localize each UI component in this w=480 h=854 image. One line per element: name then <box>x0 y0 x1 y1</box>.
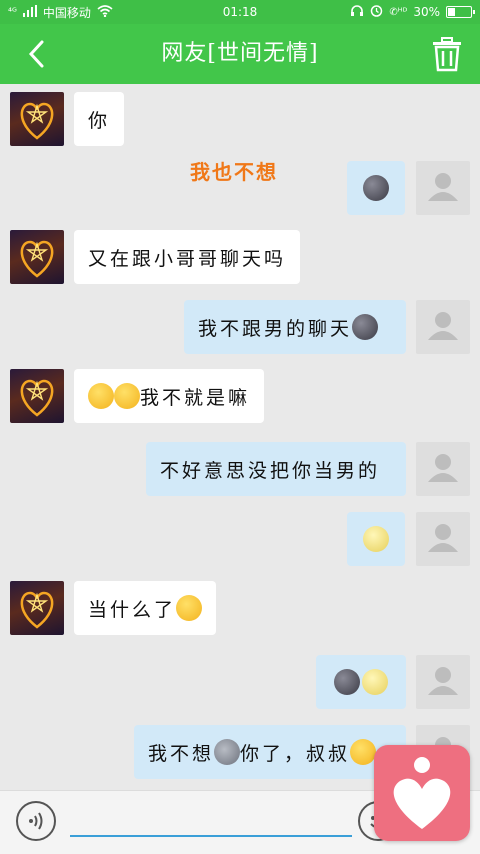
contact-avatar[interactable] <box>10 230 64 284</box>
message-bubble-outgoing[interactable]: 我不想 你了，叔叔 <box>134 725 406 779</box>
my-avatar[interactable] <box>416 161 470 215</box>
headset-icon <box>350 4 364 20</box>
new-moon-face-emoji <box>363 175 389 201</box>
chat-list[interactable]: 你 我也不想 又在跟小哥哥聊天吗 我不跟男的聊天 我不就是嘛 不好意思没把你当男… <box>0 84 480 790</box>
contact-avatar[interactable] <box>10 369 64 423</box>
my-avatar[interactable] <box>416 300 470 354</box>
message-input[interactable] <box>70 803 352 837</box>
wifi-icon <box>97 4 113 20</box>
battery-percent: 30% <box>413 5 440 19</box>
message-text: 又在跟小哥哥聊天吗 <box>88 247 287 270</box>
full-moon-face-emoji <box>362 669 388 695</box>
page-title: 网友[世间无情] <box>161 41 319 66</box>
contact-avatar[interactable] <box>10 92 64 146</box>
heart-app-icon[interactable] <box>374 745 470 841</box>
pigeon-emoji <box>214 739 241 765</box>
message-bubble-outgoing[interactable] <box>347 512 405 566</box>
system-message: 我也不想 <box>190 160 278 184</box>
message-text: 当什么了 <box>88 598 177 621</box>
message-bubble-outgoing[interactable] <box>316 655 406 709</box>
message-bubble-incoming[interactable]: 又在跟小哥哥聊天吗 <box>74 230 301 284</box>
new-moon-face-emoji <box>334 669 360 695</box>
sim-icon: ⁴ᴳ <box>8 6 17 18</box>
trash-icon[interactable] <box>432 36 462 72</box>
voice-input-icon[interactable] <box>16 801 56 841</box>
battery-icon <box>446 6 475 18</box>
tears-of-joy-emoji <box>176 595 203 621</box>
contact-avatar[interactable] <box>10 581 64 635</box>
alarm-icon <box>370 4 383 20</box>
message-bubble-outgoing[interactable]: 我不跟男的聊天 <box>184 300 406 354</box>
message-text: 你了，叔叔 <box>240 742 351 765</box>
winking-tongue-emoji <box>114 383 140 409</box>
message-text: 我不就是嘛 <box>140 386 251 409</box>
full-moon-face-emoji <box>363 526 389 552</box>
message-bubble-outgoing[interactable]: 不好意思没把你当男的 <box>146 442 406 496</box>
message-text: 不好意思没把你当男的 <box>160 459 381 482</box>
status-bar: ⁴ᴳ 中国移动 01:18 ✆ᴴᴰ 30% <box>0 0 480 24</box>
message-text: 你 <box>88 109 111 132</box>
winking-tongue-emoji <box>88 383 114 409</box>
message-bubble-incoming[interactable]: 你 <box>74 92 125 146</box>
signal-icon <box>22 4 37 20</box>
message-text: 我不想 <box>148 742 215 765</box>
new-moon-face-emoji <box>352 314 379 340</box>
hd-call-icon: ✆ᴴᴰ <box>389 6 408 18</box>
my-avatar[interactable] <box>416 655 470 709</box>
my-avatar[interactable] <box>416 512 470 566</box>
message-bubble-incoming[interactable]: 我不就是嘛 <box>74 369 265 423</box>
smile-emoji <box>350 739 377 765</box>
chat-header: 网友[世间无情] <box>0 24 480 84</box>
message-bubble-outgoing[interactable] <box>347 161 405 215</box>
message-text: 我不跟男的聊天 <box>198 317 353 340</box>
carrier-name: 中国移动 <box>42 5 91 20</box>
my-avatar[interactable] <box>416 442 470 496</box>
message-bubble-incoming[interactable]: 当什么了 <box>74 581 217 635</box>
